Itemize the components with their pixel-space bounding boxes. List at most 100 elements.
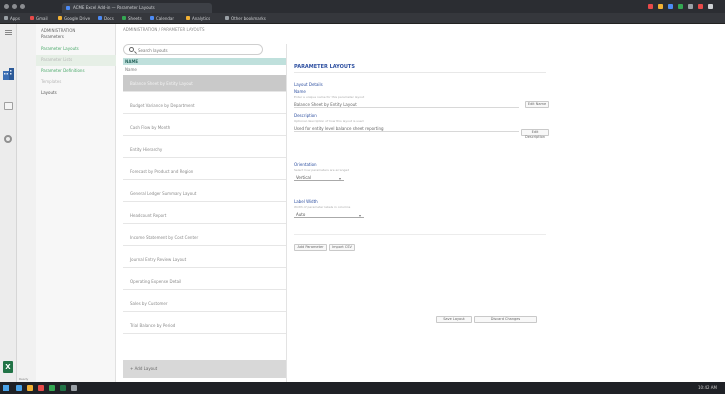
layout-list-panel: NAME Name Balance Sheet by Entity Layout… [123, 44, 286, 382]
bookmark-item[interactable]: Analytics [192, 16, 210, 21]
taskbar-app-icon[interactable] [16, 385, 22, 391]
list-item[interactable]: Sales by Customer [123, 295, 286, 312]
orientation-hint: Select how parameters are arranged [294, 168, 350, 172]
tab-favicon-icon [66, 6, 70, 10]
list-item[interactable]: Balance Sheet by Entity Layout [123, 75, 286, 92]
chevron-down-icon: ▾ [358, 213, 361, 218]
menu-icon[interactable] [5, 30, 12, 31]
search-box[interactable] [123, 44, 263, 55]
list-item[interactable]: Forecast by Product and Region [123, 163, 286, 180]
search-icon [129, 47, 134, 52]
list-item[interactable]: Income Statement by Cost Center [123, 229, 286, 246]
window-minimize-icon[interactable] [12, 4, 17, 9]
table-icon[interactable] [4, 102, 13, 110]
bookmark-item[interactable]: Calendar [156, 16, 174, 21]
nav-item[interactable]: Parameter Definitions [41, 68, 85, 73]
orientation-select[interactable]: Vertical ▾ [294, 174, 344, 181]
bookmarks-bar: Apps Gmail Google Drive Docs Sheets Cale… [0, 13, 725, 24]
extension-icon[interactable] [708, 4, 713, 9]
taskbar-app-icon[interactable] [71, 385, 77, 391]
list-item[interactable]: Budget Variance by Department [123, 97, 286, 114]
extension-icon[interactable] [668, 4, 673, 9]
nav-item[interactable]: Parameter Layouts [41, 46, 79, 51]
name-label: Name [294, 89, 306, 94]
start-icon[interactable] [3, 385, 9, 391]
drive-icon [58, 16, 62, 20]
calendar-icon [150, 16, 154, 20]
bookmark-item[interactable]: Apps [10, 16, 20, 21]
nav-title: ADMINISTRATION [41, 28, 76, 33]
extension-icon[interactable] [658, 4, 663, 9]
browser-tab-bar: ACME Excel Add-in — Parameter Layouts [0, 0, 725, 13]
window-close-icon[interactable] [4, 4, 9, 9]
divider [294, 72, 546, 73]
apps-icon[interactable] [4, 16, 8, 20]
import-csv-button[interactable]: Import CSV [329, 244, 355, 251]
nav-item[interactable]: Parameters [41, 34, 64, 39]
label-width-value: Auto [296, 212, 306, 217]
taskbar-app-icon[interactable] [27, 385, 33, 391]
folder-icon [225, 16, 229, 20]
window-maximize-icon[interactable] [20, 4, 25, 9]
layout-details-panel: PARAMETER LAYOUTS Layout Details Name En… [286, 44, 552, 382]
list-item[interactable]: Headcount Report [123, 207, 286, 224]
edit-name-button[interactable]: Edit Name [525, 101, 549, 108]
add-parameter-button[interactable]: Add Parameter [294, 244, 327, 251]
description-field[interactable]: Used for entity level balance sheet repo… [294, 125, 519, 132]
docs-icon [98, 16, 102, 20]
name-field[interactable]: Balance Sheet by Entity Layout [294, 101, 519, 108]
app-icon-rail: X [0, 24, 17, 382]
bookmark-item[interactable]: Google Drive [64, 16, 90, 21]
taskbar-app-icon[interactable] [49, 385, 55, 391]
discard-changes-button[interactable]: Discard Changes [474, 316, 537, 323]
clock: 10:42 AM [698, 385, 717, 390]
nav-item[interactable]: Layouts [41, 90, 57, 95]
analytics-icon [186, 16, 190, 20]
breadcrumb: ADMINISTRATION / PARAMETER LAYOUTS [123, 27, 205, 32]
section-label: Layout Details [294, 82, 323, 87]
bookmark-item[interactable]: Gmail [36, 16, 48, 21]
list-item[interactable]: General Ledger Summary Layout [123, 185, 286, 202]
description-label: Description [294, 113, 317, 118]
gear-icon[interactable] [4, 135, 12, 143]
extension-icon[interactable] [688, 4, 693, 9]
bookmark-item[interactable]: Sheets [128, 16, 142, 21]
orientation-label: Orientation [294, 162, 317, 167]
os-taskbar: 10:42 AM [0, 382, 725, 394]
extension-icon[interactable] [678, 4, 683, 9]
admin-nav-panel: ADMINISTRATION Parameters Parameter Layou… [36, 24, 116, 382]
label-width-hint: Width of parameter labels in columns [294, 205, 351, 209]
nav-gutter [17, 24, 36, 382]
tab-title: ACME Excel Add-in — Parameter Layouts [73, 5, 155, 10]
list-item[interactable]: Trial Balance by Period [123, 317, 286, 334]
bookmark-item[interactable]: Other bookmarks [231, 16, 266, 21]
taskbar-app-icon[interactable] [60, 385, 66, 391]
list-item[interactable]: Operating Expense Detail [123, 273, 286, 290]
taskbar-app-icon[interactable] [38, 385, 44, 391]
page-title: PARAMETER LAYOUTS [294, 64, 355, 70]
buildings-icon[interactable] [3, 68, 14, 80]
bookmark-item[interactable]: Docs [104, 16, 114, 21]
divider [294, 234, 546, 235]
extension-icon[interactable] [698, 4, 703, 9]
label-width-label: Label Width [294, 199, 318, 204]
name-hint: Enter a unique name for this parameter l… [294, 95, 365, 99]
list-subheader: Name [125, 67, 137, 72]
excel-icon[interactable]: X [3, 361, 13, 373]
description-hint: Optional description of how this layout … [294, 119, 364, 123]
nav-item[interactable]: Templates [41, 79, 61, 84]
list-item[interactable]: Cash Flow by Month [123, 119, 286, 136]
gmail-icon [30, 16, 34, 20]
add-layout-button[interactable]: + Add Layout [123, 360, 286, 378]
save-layout-button[interactable]: Save Layout [436, 316, 472, 323]
chevron-down-icon: ▾ [338, 176, 341, 181]
label-width-select[interactable]: Auto ▾ [294, 211, 364, 218]
nav-item[interactable]: Parameter Lists [41, 57, 72, 62]
sheets-icon [122, 16, 126, 20]
list-column-header[interactable]: NAME [123, 58, 286, 65]
list-item[interactable]: Journal Entry Review Layout [123, 251, 286, 268]
extension-icon[interactable] [648, 4, 653, 9]
list-item[interactable]: Entity Hierarchy [123, 141, 286, 158]
search-input[interactable] [138, 47, 258, 53]
edit-description-button[interactable]: Edit Description [521, 129, 549, 139]
